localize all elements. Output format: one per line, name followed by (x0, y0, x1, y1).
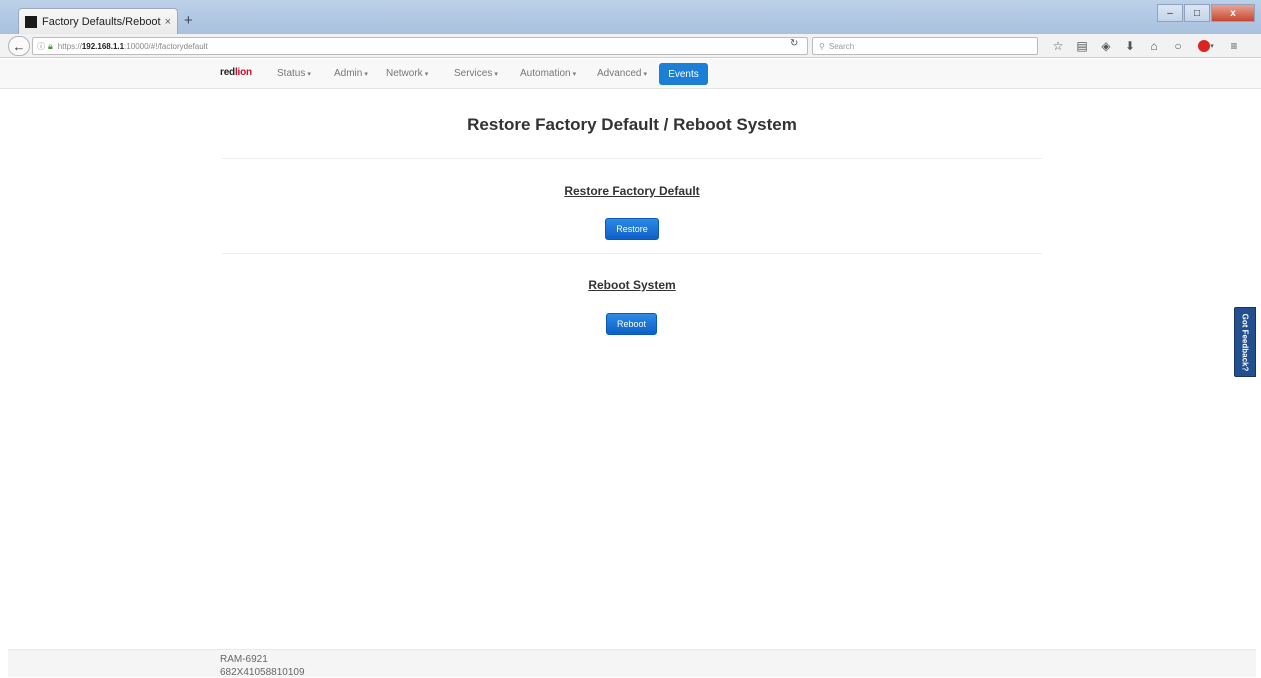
reload-icon[interactable]: ↻ (790, 38, 798, 49)
caret-down-icon: ▾ (364, 71, 368, 78)
url-path: :10000/#!/factorydefault (124, 41, 208, 51)
nav-advanced-label: Advanced (597, 68, 642, 79)
back-button[interactable]: ← (8, 36, 30, 56)
browser-navbar: ← ⓘ 🔒︎ https:// 192.168.1.1 :10000/#!/fa… (0, 34, 1261, 58)
url-host: 192.168.1.1 (81, 41, 125, 51)
caret-down-icon: ▾ (307, 71, 311, 78)
nav-events-button[interactable]: Events (659, 63, 708, 85)
logo-text-red: red (220, 67, 235, 78)
device-model: RAM-6921 (220, 654, 268, 665)
nav-admin[interactable]: Admin ▾ (334, 68, 368, 79)
app-navbar: redlion Status ▾ Admin ▾ Network ▾ Services… (0, 59, 1261, 89)
reboot-section-heading: Reboot System (588, 278, 676, 292)
nav-automation[interactable]: Automation ▾ (520, 68, 576, 79)
caret-down-icon: ▾ (572, 71, 577, 78)
window-controls: – □ x (1157, 4, 1255, 22)
nav-network[interactable]: Network ▾ (386, 68, 428, 79)
pocket-icon[interactable]: ◈ (1098, 37, 1114, 55)
browser-toolbar-icons: ☆ ▤ ◈ ⬇ ⌂ ○ ▾ ≡ (1050, 37, 1242, 55)
caret-down-icon: ▾ (494, 71, 498, 78)
clipboard-icon[interactable]: ▤ (1074, 37, 1090, 55)
minimize-button[interactable]: – (1157, 4, 1183, 22)
nav-automation-label: Automation (520, 68, 571, 79)
adblock-icon[interactable]: ▾ (1194, 37, 1218, 55)
caret-down-icon: ▾ (643, 71, 647, 78)
browser-tab[interactable]: Factory Defaults/Reboot - ... × (18, 8, 178, 34)
nav-services-label: Services (454, 68, 493, 79)
tab-close-icon[interactable]: × (165, 16, 171, 28)
browser-titlebar: Factory Defaults/Reboot - ... × + – □ x (0, 0, 1261, 34)
restore-section-heading: Restore Factory Default (564, 184, 700, 198)
footer: RAM-6921 682X41058810109 (8, 649, 1256, 678)
nav-status[interactable]: Status ▾ (277, 68, 311, 79)
search-icon: ⚲ (819, 41, 825, 51)
restore-button[interactable]: Restore (605, 218, 659, 240)
search-input[interactable]: ⚲ Search (812, 37, 1038, 55)
back-arrow-icon: ← (12, 38, 26, 54)
chat-icon[interactable]: ○ (1170, 37, 1186, 55)
url-bar[interactable]: ⓘ 🔒︎ https:// 192.168.1.1 :10000/#!/fact… (32, 37, 808, 55)
close-window-button[interactable]: x (1211, 4, 1255, 22)
feedback-label: Got Feedback? (1240, 313, 1250, 371)
home-icon[interactable]: ⌂ (1146, 37, 1162, 55)
feedback-tab[interactable]: Got Feedback? (1234, 307, 1256, 377)
device-serial: 682X41058810109 (220, 667, 305, 678)
download-icon[interactable]: ⬇ (1122, 37, 1138, 55)
divider (222, 158, 1042, 159)
caret-down-icon: ▾ (424, 71, 429, 78)
nav-advanced[interactable]: Advanced ▾ (597, 68, 647, 79)
maximize-button[interactable]: □ (1184, 4, 1210, 22)
nav-network-label: Network (386, 68, 423, 79)
redlion-logo[interactable]: redlion (220, 67, 252, 78)
nav-services[interactable]: Services ▾ (454, 68, 498, 79)
nav-admin-label: Admin (334, 68, 363, 79)
reboot-button[interactable]: Reboot (606, 313, 657, 335)
lock-icon: 🔒︎ (48, 40, 53, 51)
divider (222, 253, 1042, 254)
search-placeholder: Search (828, 41, 855, 51)
nav-status-label: Status (277, 68, 306, 79)
menu-icon[interactable]: ≡ (1226, 37, 1242, 55)
info-icon[interactable]: ⓘ (37, 41, 45, 52)
favicon-icon (25, 15, 37, 28)
page-title: Restore Factory Default / Reboot System (467, 115, 797, 134)
url-prefix: https:// (57, 41, 82, 51)
tab-title: Factory Defaults/Reboot - ... (42, 15, 161, 28)
logo-text-lion: lion (234, 67, 252, 78)
bookmark-star-icon[interactable]: ☆ (1050, 37, 1066, 55)
new-tab-button[interactable]: + (184, 12, 193, 29)
